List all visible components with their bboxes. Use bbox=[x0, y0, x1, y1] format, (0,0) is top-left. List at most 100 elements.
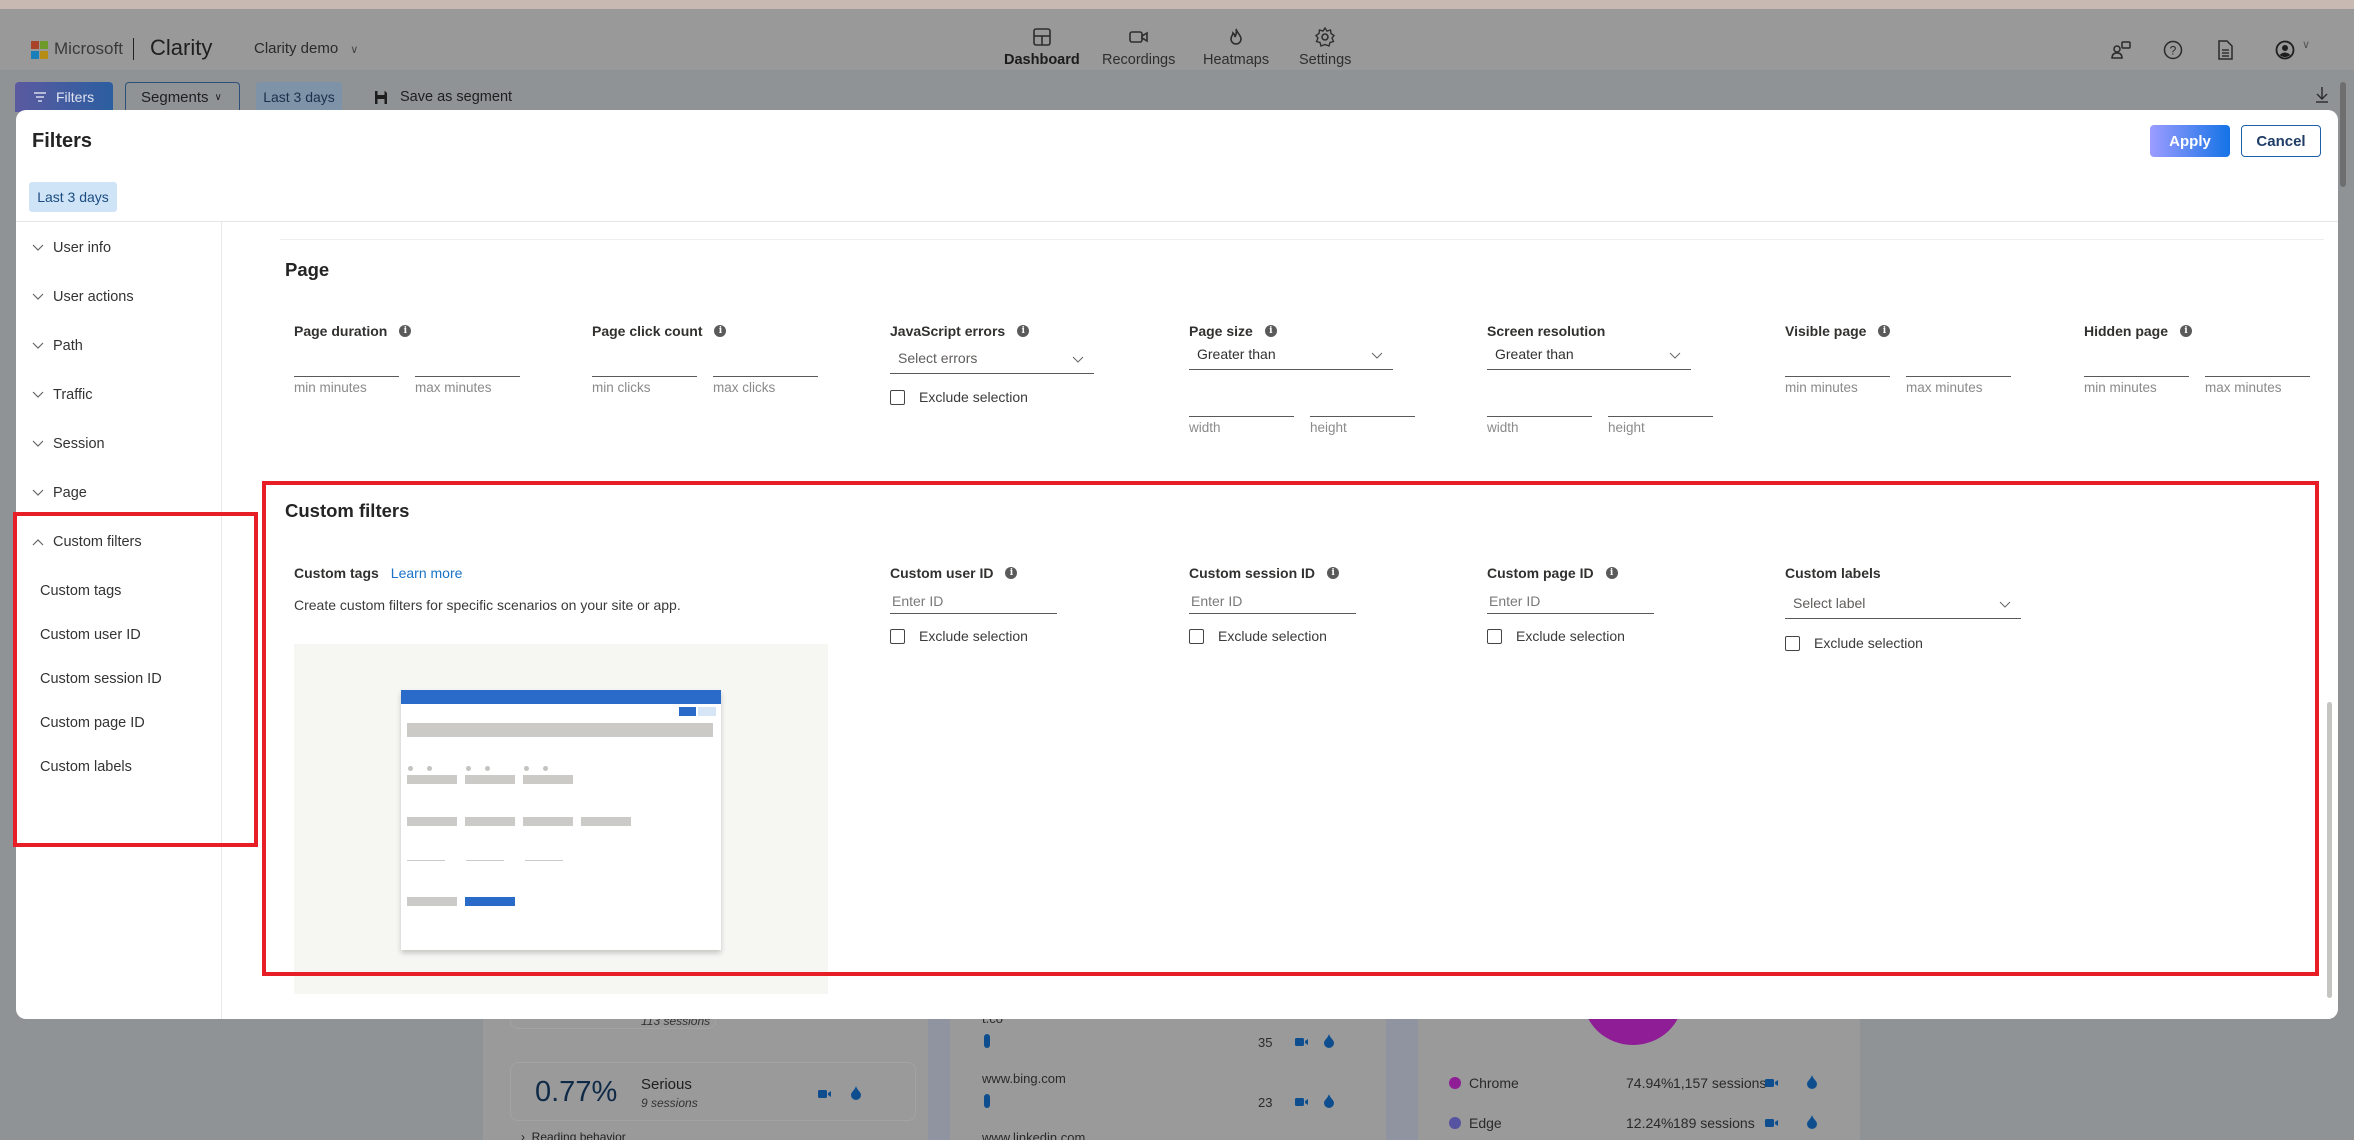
page-size-height-input[interactable] bbox=[1310, 416, 1415, 417]
checkbox-label: Exclude selection bbox=[1218, 628, 1327, 644]
recording-icon[interactable] bbox=[1295, 1035, 1309, 1049]
recording-icon[interactable] bbox=[1765, 1076, 1779, 1090]
category-path[interactable]: Path bbox=[32, 338, 83, 354]
category-user-info[interactable]: User info bbox=[32, 240, 111, 256]
custom-user-id-exclude-checkbox[interactable]: Exclude selection bbox=[890, 628, 1028, 644]
screen-resolution-height-input[interactable] bbox=[1608, 416, 1713, 417]
illustration-dropdown bbox=[465, 897, 515, 906]
account-chevron-down-icon[interactable]: ∨ bbox=[2302, 38, 2310, 51]
custom-session-id-exclude-checkbox[interactable]: Exclude selection bbox=[1189, 628, 1327, 644]
page-duration-min-input[interactable] bbox=[294, 376, 399, 377]
custom-session-id-input[interactable] bbox=[1189, 588, 1356, 614]
reading-behavior-toggle[interactable]: › Reading behavior bbox=[521, 1130, 626, 1140]
filters-button[interactable]: Filters bbox=[15, 82, 113, 112]
page-size-height-hint: height bbox=[1310, 420, 1347, 435]
illustration-dot bbox=[485, 766, 490, 771]
nav-heatmaps[interactable]: Heatmaps bbox=[1203, 26, 1269, 68]
nav-dashboard[interactable]: Dashboard bbox=[1000, 26, 1084, 76]
custom-page-id-exclude-checkbox[interactable]: Exclude selection bbox=[1487, 628, 1625, 644]
chevron-down-icon bbox=[1999, 601, 2011, 608]
apply-button[interactable]: Apply bbox=[2150, 125, 2230, 157]
brand-company: Microsoft bbox=[54, 39, 123, 58]
javascript-errors-dropdown[interactable]: Select errors bbox=[890, 350, 1094, 374]
category-page[interactable]: Page bbox=[32, 485, 87, 501]
subcategory-custom-user-id[interactable]: Custom user ID bbox=[40, 627, 141, 643]
account-icon[interactable] bbox=[2274, 39, 2296, 61]
heatmap-icon[interactable] bbox=[1322, 1094, 1336, 1108]
page-size-width-input[interactable] bbox=[1189, 416, 1294, 417]
document-list-icon[interactable] bbox=[2214, 39, 2236, 61]
category-session[interactable]: Session bbox=[32, 436, 105, 452]
category-user-actions[interactable]: User actions bbox=[32, 289, 134, 305]
info-icon[interactable]: i bbox=[1264, 325, 1277, 337]
heatmap-icon[interactable] bbox=[1805, 1115, 1819, 1129]
page-scrollbar[interactable] bbox=[2340, 82, 2346, 187]
subcategory-custom-tags[interactable]: Custom tags bbox=[40, 583, 121, 599]
learn-more-link[interactable]: Learn more bbox=[391, 565, 463, 581]
custom-labels-exclude-checkbox[interactable]: Exclude selection bbox=[1785, 635, 1923, 651]
custom-labels-label: Custom labels bbox=[1785, 565, 1881, 581]
save-segment-button[interactable]: Save as segment bbox=[374, 89, 512, 105]
info-icon[interactable]: i bbox=[1327, 567, 1340, 579]
custom-page-id-input[interactable] bbox=[1487, 588, 1654, 614]
help-icon[interactable]: ? bbox=[2162, 39, 2184, 61]
people-chat-icon[interactable] bbox=[2110, 39, 2132, 61]
nav-recordings[interactable]: Recordings bbox=[1102, 26, 1175, 68]
referrer-count: 23 bbox=[1258, 1095, 1273, 1110]
custom-labels-dropdown[interactable]: Select label bbox=[1785, 595, 2021, 619]
info-icon[interactable]: i bbox=[1878, 325, 1891, 337]
category-traffic[interactable]: Traffic bbox=[32, 387, 92, 403]
page-duration-max-input[interactable] bbox=[415, 376, 520, 377]
heatmap-icon[interactable] bbox=[1805, 1075, 1819, 1089]
cancel-button[interactable]: Cancel bbox=[2241, 125, 2321, 157]
page-click-max-input[interactable] bbox=[713, 376, 818, 377]
recording-icon[interactable] bbox=[818, 1087, 832, 1101]
date-range-chip[interactable]: Last 3 days bbox=[256, 82, 342, 112]
checkbox-box[interactable] bbox=[1785, 635, 1800, 651]
screen-resolution-operator-dropdown[interactable]: Greater than bbox=[1487, 346, 1691, 370]
page-click-min-input[interactable] bbox=[592, 376, 697, 377]
page-size-operator-dropdown[interactable]: Greater than bbox=[1189, 346, 1393, 370]
checkbox-box[interactable] bbox=[890, 628, 905, 644]
project-selector[interactable]: Clarity demo ∨ bbox=[254, 40, 358, 57]
hidden-page-max-input[interactable] bbox=[2205, 376, 2310, 377]
recording-icon[interactable] bbox=[1765, 1116, 1779, 1130]
checkbox-box[interactable] bbox=[1189, 628, 1204, 644]
chevron-down-icon bbox=[1371, 352, 1383, 359]
download-icon[interactable] bbox=[2314, 86, 2330, 104]
hidden-page-min-input[interactable] bbox=[2084, 376, 2189, 377]
info-icon[interactable]: i bbox=[399, 325, 412, 337]
date-range-chip[interactable]: Last 3 days bbox=[29, 182, 117, 212]
heatmap-icon[interactable] bbox=[849, 1086, 863, 1100]
segments-dropdown[interactable]: Segments ∨ bbox=[125, 82, 240, 112]
illustration-bar bbox=[407, 775, 457, 784]
info-icon[interactable]: i bbox=[1605, 567, 1618, 579]
checkbox-box[interactable] bbox=[890, 389, 905, 405]
info-icon[interactable]: i bbox=[1017, 325, 1030, 337]
javascript-errors-exclude-checkbox[interactable]: Exclude selection bbox=[890, 389, 1028, 405]
visible-page-min-input[interactable] bbox=[1785, 376, 1890, 377]
info-icon[interactable]: i bbox=[714, 325, 727, 337]
field-label-text: Screen resolution bbox=[1487, 323, 1606, 339]
illustration-bar bbox=[407, 723, 713, 737]
checkbox-box[interactable] bbox=[1487, 628, 1502, 644]
screen-resolution-width-input[interactable] bbox=[1487, 416, 1592, 417]
visible-page-max-hint: max minutes bbox=[1906, 380, 1983, 395]
visible-page-max-input[interactable] bbox=[1906, 376, 2011, 377]
info-icon[interactable]: i bbox=[1005, 567, 1018, 579]
nav-settings[interactable]: Settings bbox=[1299, 26, 1351, 68]
custom-user-id-input[interactable] bbox=[890, 588, 1057, 614]
referrer-bar bbox=[984, 1034, 990, 1048]
info-icon[interactable]: i bbox=[2180, 325, 2193, 337]
category-custom-filters[interactable]: Custom filters bbox=[32, 534, 142, 550]
recording-icon[interactable] bbox=[1295, 1095, 1309, 1109]
field-label-text: Visible page bbox=[1785, 323, 1867, 339]
category-label: Path bbox=[53, 338, 83, 354]
subcategory-custom-session-id[interactable]: Custom session ID bbox=[40, 671, 162, 687]
subcategory-custom-page-id[interactable]: Custom page ID bbox=[40, 715, 145, 731]
heatmap-icon[interactable] bbox=[1322, 1034, 1336, 1048]
subcategory-custom-labels[interactable]: Custom labels bbox=[40, 759, 132, 775]
page-duration-label: Page duration i bbox=[294, 323, 412, 339]
page-duration-min-hint: min minutes bbox=[294, 380, 367, 395]
modal-scrollbar[interactable] bbox=[2327, 702, 2332, 998]
